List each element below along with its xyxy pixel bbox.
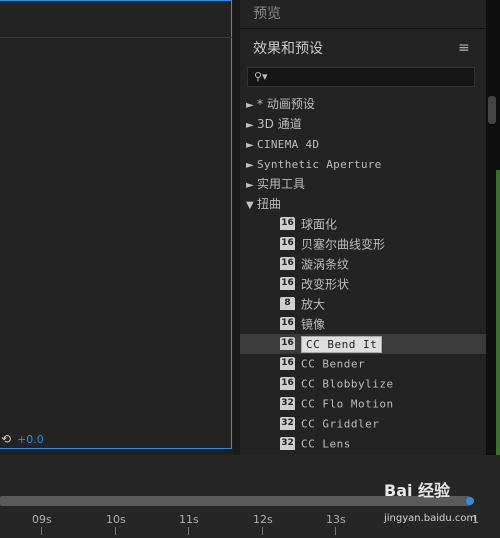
bit-depth-icon: 16 (280, 237, 295, 250)
category-3d-channel[interactable]: ► 3D 通道 (240, 114, 486, 134)
panel-separator (240, 28, 486, 29)
effects-presets-panel: 预览 效果和预设 ≡ ⚲▾ ► * 动画预设 ► 3D 通道 ► CINEMA 4D … (240, 0, 486, 455)
effects-search-input[interactable]: ⚲▾ (247, 67, 475, 87)
bit-depth-icon: 32 (280, 437, 295, 450)
exposure-value[interactable]: +0.0 (17, 433, 44, 446)
tick-label: 11s (179, 513, 199, 526)
scrollbar-thumb[interactable] (488, 96, 496, 124)
expand-arrow-icon[interactable]: ► (246, 136, 256, 156)
effect-item[interactable]: 32 CC Lens (240, 434, 486, 454)
tick-mark (188, 527, 189, 535)
bit-depth-icon: 16 (280, 277, 295, 290)
bit-depth-icon: 16 (280, 337, 295, 350)
comp-footer: ⟲ +0.0 (0, 429, 232, 449)
bit-depth-icon: 16 (280, 217, 295, 230)
effect-item[interactable]: 16 贝塞尔曲线变形 (240, 234, 486, 254)
desktop-edge (496, 170, 500, 455)
effect-item[interactable]: 16 CC Blobbylize (240, 374, 486, 394)
bit-depth-icon: 8 (280, 297, 295, 310)
baidu-watermark: Bai 经验 (384, 481, 451, 500)
expand-arrow-icon[interactable]: ► (246, 116, 256, 136)
tick-mark (41, 527, 42, 535)
category-cinema-4d[interactable]: ► CINEMA 4D (240, 134, 486, 154)
sync-icon[interactable]: ⟲ (1, 432, 11, 446)
tick-mark (115, 527, 116, 535)
effect-item[interactable]: 16 球面化 (240, 214, 486, 234)
effect-item[interactable]: 32 CC Flo Motion (240, 394, 486, 414)
effects-tree: ► * 动画预设 ► 3D 通道 ► CINEMA 4D ► Synthetic Ape… (240, 94, 486, 454)
tick-mark (335, 527, 336, 535)
tick-label: 13s (326, 513, 346, 526)
bit-depth-icon: 16 (280, 377, 295, 390)
composition-panel[interactable]: ⟲ +0.0 (0, 0, 232, 449)
panel-menu-icon[interactable]: ≡ (458, 40, 470, 56)
effect-item-selected[interactable]: 16 CC Bend It (240, 334, 486, 354)
tick-label: 09s (32, 513, 52, 526)
bit-depth-icon: 32 (280, 417, 295, 430)
bit-depth-icon: 16 (280, 257, 295, 270)
search-icon[interactable]: ⚲▾ (254, 70, 268, 83)
panel-divider (0, 37, 232, 38)
category-utility[interactable]: ► 实用工具 (240, 174, 486, 194)
preview-panel-title[interactable]: 预览 (253, 3, 281, 23)
collapse-arrow-icon[interactable]: ▼ (246, 196, 256, 216)
tick-label: 10s (106, 513, 126, 526)
baidu-watermark-url: jingyan.baidu.com (384, 513, 477, 524)
bit-depth-icon: 16 (280, 317, 295, 330)
bit-depth-icon: 32 (280, 397, 295, 410)
effects-panel-title[interactable]: 效果和预设 (253, 38, 323, 58)
category-distort[interactable]: ▼ 扭曲 (240, 194, 486, 214)
effect-item[interactable]: 32 CC Griddler (240, 414, 486, 434)
category-animation-presets[interactable]: ► * 动画预设 (240, 94, 486, 114)
expand-arrow-icon[interactable]: ► (246, 176, 256, 196)
expand-arrow-icon[interactable]: ► (246, 156, 256, 176)
effect-item[interactable]: 16 CC Bender (240, 354, 486, 374)
category-synthetic-aperture[interactable]: ► Synthetic Aperture (240, 154, 486, 174)
effect-item[interactable]: 16 镜像 (240, 314, 486, 334)
tick-mark (262, 527, 263, 535)
effect-item[interactable]: 16 改变形状 (240, 274, 486, 294)
bit-depth-icon: 16 (280, 357, 295, 370)
effect-item[interactable]: 8 放大 (240, 294, 486, 314)
panel-splitter[interactable] (233, 0, 240, 455)
tick-label: 12s (253, 513, 273, 526)
timeline-zoom-handle[interactable] (466, 497, 474, 505)
effect-item[interactable]: 16 漩涡条纹 (240, 254, 486, 274)
expand-arrow-icon[interactable]: ► (246, 96, 256, 116)
